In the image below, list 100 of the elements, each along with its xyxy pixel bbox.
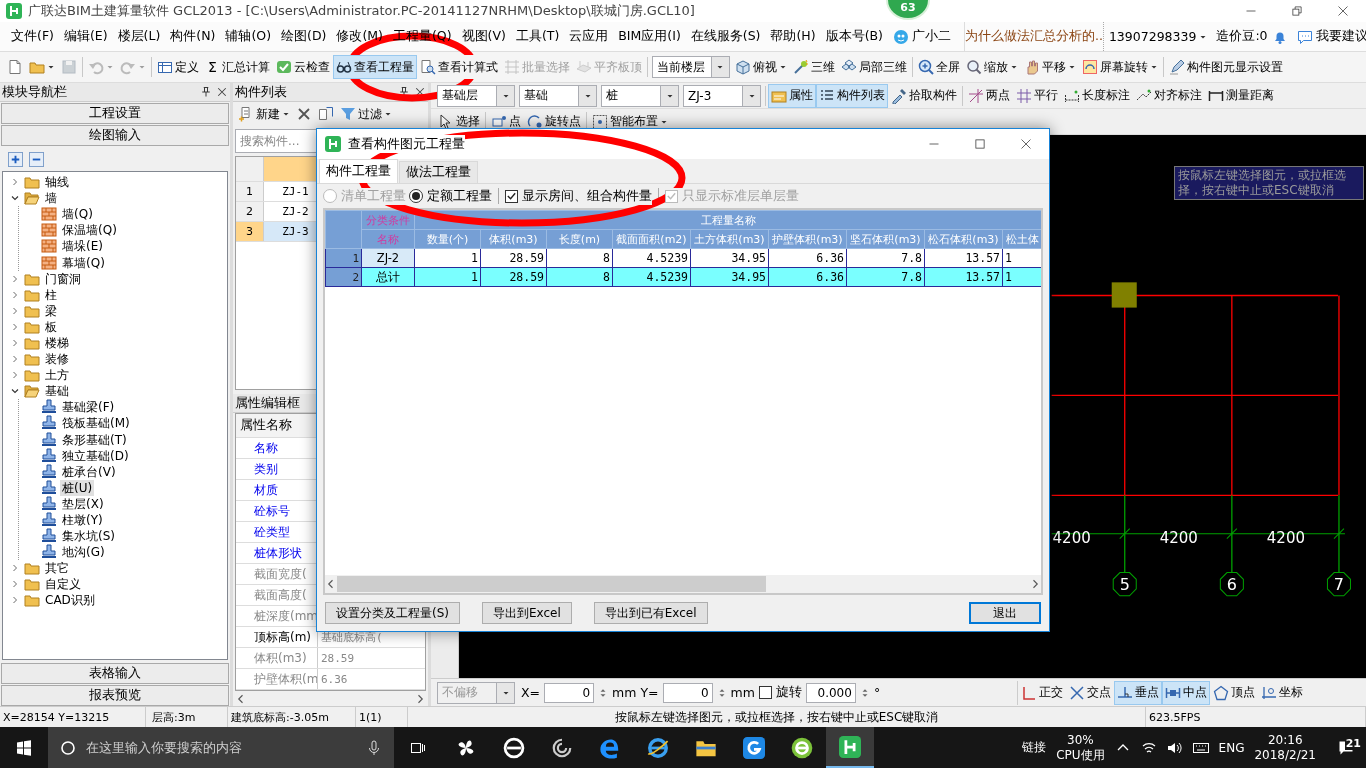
toolbar-button[interactable]: 属性: [768, 83, 816, 108]
tree-item[interactable]: 梁: [43, 302, 59, 319]
search-input[interactable]: 在这里输入你要搜索的内容: [86, 740, 356, 755]
tree-item[interactable]: 门窗洞: [43, 270, 83, 287]
scrollbar-thumb[interactable]: [337, 576, 767, 592]
tree-item[interactable]: 集水坑(S): [60, 528, 117, 545]
menu-item[interactable]: 编辑(E): [58, 25, 113, 48]
menu-item[interactable]: 云应用: [564, 25, 614, 48]
tree-item[interactable]: 轴线: [43, 174, 71, 191]
question-link[interactable]: 为什么做法汇总分析的..: [963, 22, 1104, 51]
number-field[interactable]: 0.000: [805, 682, 856, 703]
checkbox[interactable]: [505, 189, 518, 203]
folder-icon: [24, 367, 40, 384]
dropdown[interactable]: 基础层: [437, 84, 515, 107]
dropdown[interactable]: 当前楼层: [651, 56, 730, 78]
tree-item[interactable]: 墙(Q): [60, 206, 95, 223]
brick-wall-icon: [41, 206, 57, 223]
property-name: 体积(m3): [236, 648, 318, 668]
navigation-button[interactable]: 工程设置: [1, 103, 229, 124]
toolbar-button[interactable]: 查看工程量: [332, 55, 417, 79]
funnel-icon: [340, 106, 356, 122]
tree-item[interactable]: 独立基础(D): [60, 447, 131, 464]
new-button[interactable]: 新建: [235, 102, 293, 126]
menu-item[interactable]: 版本号(B): [820, 25, 888, 48]
snap-button[interactable]: 交点: [1066, 680, 1114, 705]
dialog-title: 查看构件图元工程量: [348, 135, 465, 153]
dialog-button[interactable]: 退出: [969, 602, 1041, 624]
dialog-button[interactable]: 导出到Excel: [482, 602, 572, 624]
grid-icon: [503, 59, 520, 75]
folder-icon: [24, 174, 40, 191]
menu-item[interactable]: BIM应用(I): [613, 25, 686, 48]
property-value[interactable]: 28.59: [318, 648, 425, 668]
menu-item[interactable]: 楼层(L): [112, 25, 166, 48]
dropdown[interactable]: 基础: [519, 84, 597, 107]
horizontal-scrollbar[interactable]: [235, 691, 426, 706]
tree-item[interactable]: 垫层(X): [60, 495, 106, 512]
snap-button[interactable]: 垂点: [1114, 680, 1162, 705]
checkbox[interactable]: [758, 686, 772, 699]
menu-item[interactable]: 绘图(D): [276, 25, 332, 48]
tree-item[interactable]: 楼梯: [43, 335, 71, 351]
number-field[interactable]: 0: [544, 682, 595, 703]
tree-item[interactable]: 基础: [43, 383, 71, 400]
tree-item[interactable]: 板: [43, 318, 59, 335]
tree-item[interactable]: 地沟(G): [60, 544, 107, 561]
tree-item[interactable]: 自定义: [43, 576, 83, 593]
tree-item[interactable]: 桩承台(V): [60, 463, 118, 480]
tree-item[interactable]: 幕墙(Q): [60, 254, 107, 271]
navigation-button[interactable]: 绘图输入: [1, 125, 229, 146]
dropdown[interactable]: ZJ-3: [683, 84, 761, 107]
menu-item[interactable]: 修改(M): [331, 25, 388, 48]
search-box[interactable]: 在这里输入你要搜索的内容: [48, 727, 394, 768]
clock-time[interactable]: 20:16: [1267, 732, 1303, 748]
taskbar-app[interactable]: [826, 727, 874, 768]
tree-item[interactable]: 柱墩(Y): [60, 512, 105, 528]
tree-item[interactable]: 基础梁(F): [60, 399, 117, 416]
tree-item[interactable]: 土方: [43, 367, 71, 384]
number-field[interactable]: 0: [662, 682, 713, 703]
menu-item[interactable]: 视图(V): [456, 25, 511, 48]
unit-label: X=: [521, 685, 541, 700]
radio-button[interactable]: [409, 189, 423, 203]
menu-item[interactable]: 文件(F): [6, 25, 59, 48]
property-value[interactable]: 6.36: [318, 669, 425, 689]
menu-item[interactable]: 在线服务(S): [685, 25, 766, 48]
tree-item[interactable]: 条形基础(T): [60, 431, 129, 448]
tree-item[interactable]: 柱: [43, 286, 59, 303]
tree-item[interactable]: CAD识别: [43, 592, 97, 609]
menu-item[interactable]: 工具(T): [510, 25, 565, 48]
tab[interactable]: 构件工程量: [319, 159, 398, 183]
tree-item[interactable]: 装修: [43, 351, 71, 368]
navigation-button[interactable]: 表格输入: [1, 663, 229, 684]
clock-date[interactable]: 2018/2/21: [1254, 747, 1316, 763]
dimension-text: 4200: [1159, 528, 1198, 547]
tree-item[interactable]: 墙垛(E): [60, 238, 105, 255]
assistant-button[interactable]: 广小二: [887, 25, 956, 48]
navigation-button[interactable]: 报表预览: [1, 685, 229, 706]
toolbar-label[interactable]: 链接: [1022, 739, 1047, 756]
toolbar-button[interactable]: 构件列表: [816, 83, 888, 108]
snap-button[interactable]: 顶点: [1210, 680, 1258, 705]
dialog-button[interactable]: 设置分类及工程量(S): [325, 602, 460, 624]
tab[interactable]: 做法工程量: [399, 161, 478, 183]
filter-button[interactable]: 过滤: [337, 102, 395, 126]
snap-button[interactable]: 中点: [1162, 680, 1210, 705]
horizontal-scrollbar[interactable]: [325, 575, 1041, 593]
tree-item[interactable]: 保温墙(Q): [60, 222, 119, 239]
tree-item[interactable]: 墙: [43, 190, 59, 207]
dropper-icon: [891, 87, 907, 104]
menu-item[interactable]: 构件(N): [165, 25, 221, 48]
menu-item[interactable]: 辅轴(O): [220, 25, 277, 48]
menu-item[interactable]: 帮助(H): [765, 25, 821, 48]
account-menu[interactable]: 13907298339: [1103, 25, 1213, 48]
tree-item[interactable]: 筏板基础(M): [60, 415, 132, 432]
property-name: 护壁体积(m: [236, 669, 318, 689]
snap-button[interactable]: 正交: [1018, 680, 1066, 705]
notification-button[interactable]: 21: [1326, 739, 1366, 756]
dialog-button[interactable]: 导出到已有Excel: [593, 602, 708, 624]
dropdown[interactable]: 桩: [601, 84, 679, 107]
snap-button[interactable]: 坐标: [1258, 680, 1306, 705]
language-indicator[interactable]: ENG: [1218, 740, 1245, 755]
tree-item[interactable]: 桩(U): [60, 479, 95, 496]
tree-item[interactable]: 其它: [43, 560, 71, 577]
